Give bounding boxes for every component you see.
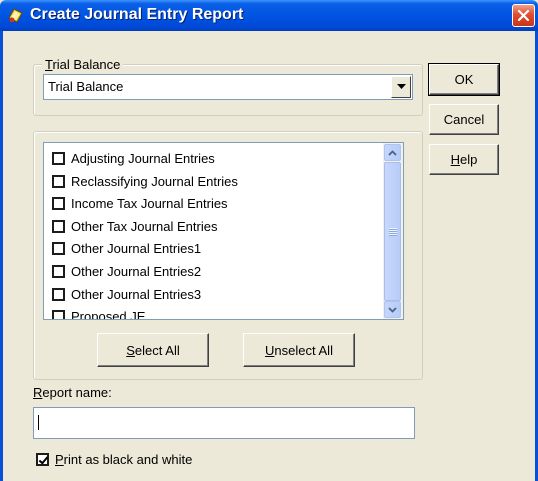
list-item[interactable]: Other Journal Entries1 xyxy=(52,238,201,258)
print-bw-option[interactable]: Print as black and white xyxy=(36,452,192,467)
unselect-all-label: Unselect All xyxy=(265,342,333,358)
select-all-label: Select All xyxy=(126,342,180,358)
close-button[interactable] xyxy=(512,4,535,27)
print-bw-label: Print as black and white xyxy=(55,452,193,467)
entry-label: Adjusting Journal Entries xyxy=(71,150,215,166)
close-icon xyxy=(517,9,530,22)
text-caret xyxy=(38,415,39,430)
list-item[interactable]: Income Tax Journal Entries xyxy=(52,193,228,213)
list-item[interactable]: Other Journal Entries2 xyxy=(52,261,201,281)
print-bw-checkbox[interactable] xyxy=(36,453,49,466)
title-bar: Create Journal Entry Report xyxy=(0,0,538,31)
trial-balance-selected-value: Trial Balance xyxy=(48,79,124,94)
entry-label: Other Journal Entries1 xyxy=(71,240,202,256)
list-item[interactable]: Other Journal Entries3 xyxy=(52,284,201,304)
entry-checkbox[interactable] xyxy=(52,241,65,255)
scroll-down-button[interactable] xyxy=(384,301,401,318)
unselect-all-button[interactable]: Unselect All xyxy=(243,333,355,367)
help-label: Help xyxy=(450,152,478,167)
entry-label: Reclassifying Journal Entries xyxy=(71,173,238,189)
window-title: Create Journal Entry Report xyxy=(30,6,244,23)
entry-checkbox[interactable] xyxy=(52,309,65,319)
grip-icon xyxy=(388,227,397,236)
entry-checkbox[interactable] xyxy=(52,174,65,188)
chevron-down-icon xyxy=(388,306,397,313)
app-icon xyxy=(8,8,23,23)
trial-balance-legend: Trial Balance xyxy=(42,57,124,72)
cancel-label: Cancel xyxy=(443,112,485,127)
journal-entries-list[interactable]: Adjusting Journal Entries Reclassifying … xyxy=(43,142,404,320)
list-item[interactable]: Other Tax Journal Entries xyxy=(52,216,217,236)
entry-label: Other Journal Entries2 xyxy=(71,263,202,279)
report-name-label: Report name: xyxy=(33,385,112,400)
trial-balance-select[interactable]: Trial Balance xyxy=(43,74,413,100)
entry-label: Income Tax Journal Entries xyxy=(71,195,228,211)
report-name-input[interactable] xyxy=(33,407,415,439)
entry-checkbox[interactable] xyxy=(52,219,65,233)
scroll-up-button[interactable] xyxy=(384,144,401,161)
list-item[interactable]: Proposed JE xyxy=(52,306,146,320)
entry-label: Proposed JE xyxy=(71,308,146,320)
ok-label: OK xyxy=(454,72,474,87)
select-all-button[interactable]: Select All xyxy=(97,333,209,367)
entry-label: Other Journal Entries3 xyxy=(71,286,202,302)
dropdown-button[interactable] xyxy=(391,76,411,98)
entry-checkbox[interactable] xyxy=(52,151,65,165)
list-item[interactable]: Adjusting Journal Entries xyxy=(52,148,215,168)
chevron-up-icon xyxy=(388,149,397,156)
entry-checkbox[interactable] xyxy=(52,287,65,301)
entry-checkbox[interactable] xyxy=(52,196,65,210)
cancel-button[interactable]: Cancel xyxy=(429,104,499,135)
list-item[interactable]: Reclassifying Journal Entries xyxy=(52,171,238,191)
ok-button[interactable]: OK xyxy=(428,63,500,96)
entry-checkbox[interactable] xyxy=(52,264,65,278)
list-scrollbar[interactable] xyxy=(383,143,403,319)
window-border-left xyxy=(0,31,3,481)
help-button[interactable]: Help xyxy=(429,144,499,175)
chevron-down-icon xyxy=(396,84,406,89)
entry-label: Other Tax Journal Entries xyxy=(71,218,218,234)
scroll-thumb[interactable] xyxy=(384,162,401,301)
